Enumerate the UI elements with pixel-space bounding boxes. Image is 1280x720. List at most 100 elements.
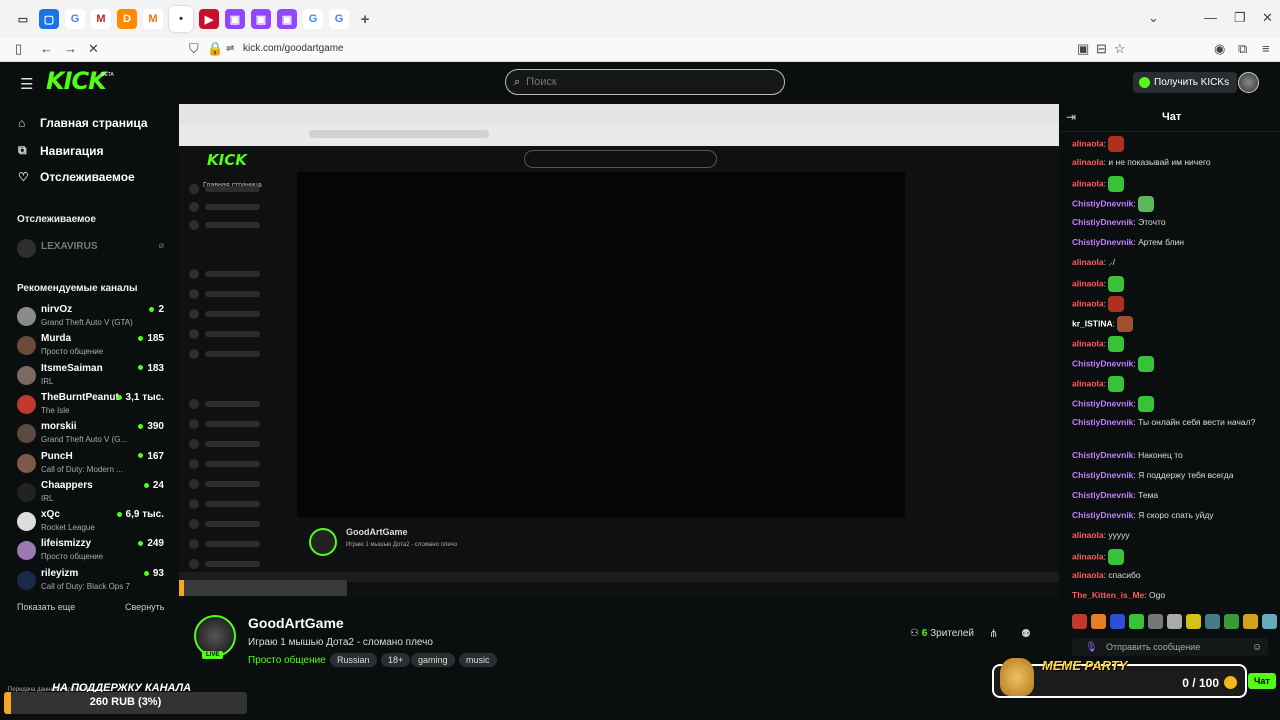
chat-username[interactable]: The_Kitten_is_Me [1072,590,1144,600]
tag[interactable]: music [459,653,497,667]
collapse-button[interactable]: Свернуть [125,602,164,612]
minimize-icon[interactable]: — [1204,10,1217,25]
chat-username[interactable]: kr_ISTINA [1072,318,1113,328]
emote[interactable] [1117,316,1134,332]
emote[interactable] [1167,614,1182,629]
emote[interactable] [1138,356,1155,372]
channel-list-item[interactable]: Chaappers IRL 24 [17,479,167,507]
menu-icon[interactable]: ≡ [1262,41,1270,56]
channel-list-item[interactable]: ItsmeSaiman IRL 183 [17,362,167,390]
emote[interactable] [1108,549,1125,565]
user-avatar[interactable] [1238,72,1259,93]
get-kicks-button[interactable]: Получить KICKs [1133,72,1238,93]
chat-username[interactable]: ChistiyDnevnik [1072,510,1133,520]
chat-username[interactable]: ChistiyDnevnik [1072,470,1133,480]
chat-username[interactable]: alinaola [1072,378,1104,388]
sidebar-item-following[interactable]: ♡ Отслеживаемое [18,170,135,184]
collapse-chat-icon[interactable]: ⇥ [1066,110,1076,124]
emote[interactable] [1091,614,1106,629]
restore-icon[interactable]: ❐ [1234,10,1246,26]
back-icon[interactable]: ← [40,41,53,56]
tab-active[interactable]: • [169,6,193,32]
emote[interactable] [1072,614,1087,629]
tab-gmail-icon[interactable]: M [91,9,111,29]
show-more-button[interactable]: Показать еще [17,602,75,612]
chat-username[interactable]: alinaola [1072,138,1104,148]
shield-icon[interactable]: ⛉ [189,41,199,57]
extensions-icon[interactable]: ⧉ [1238,41,1247,57]
emote[interactable] [1108,136,1125,152]
tag[interactable]: gaming [411,653,455,667]
chat-username[interactable]: alinaola [1072,298,1104,308]
emote[interactable] [1129,614,1144,629]
save-icon[interactable]: ⊟ [1096,41,1107,57]
chat-input[interactable]: Отправить сообщение [1072,638,1268,656]
forward-icon[interactable]: → [64,41,77,56]
channel-list-item[interactable]: TheBurntPeanut The Isle 3,1 тыс. [17,391,167,419]
channel-list-item[interactable]: PuncH Call of Duty: Modern ... 167 [17,450,167,478]
tab-twitch-icon[interactable]: ▣ [277,9,297,29]
channel-name[interactable]: GoodArtGame [248,615,344,631]
chat-username[interactable]: alinaola [1072,551,1104,561]
account-icon[interactable]: ◉ [1214,41,1225,57]
chat-username[interactable]: alinaola [1072,570,1104,580]
channel-list-item[interactable]: lifeismizzy Просто общение 249 [17,537,167,565]
chat-username[interactable]: ChistiyDnevnik [1072,198,1133,208]
chat-username[interactable]: ChistiyDnevnik [1072,358,1133,368]
chat-username[interactable]: alinaola [1072,157,1104,167]
emoji-icon[interactable]: ☺ [1252,642,1262,653]
kick-logo[interactable]: KICK [46,67,107,95]
site-info-icon[interactable]: ⇌ [226,43,234,54]
emote[interactable] [1108,296,1125,312]
chat-username[interactable]: alinaola [1072,530,1104,540]
emote[interactable] [1205,614,1220,629]
emote[interactable] [1262,614,1277,629]
reload-icon[interactable]: ✕ [88,41,99,57]
stream-category[interactable]: Просто общение [248,655,326,666]
emote[interactable] [1108,336,1125,352]
sidebar-item-browse[interactable]: ⧉ Навигация [18,143,104,158]
bookmark-star-icon[interactable]: ☆ [1114,41,1126,57]
search-input[interactable] [526,76,757,88]
tab-list-icon[interactable]: ⌄ [1148,10,1159,26]
sidebar-item-home[interactable]: ⌂ Главная страница [18,116,148,130]
video-player[interactable]: KICK Главная страница GoodArtGame Играю … [179,104,1059,598]
emote[interactable] [1138,396,1155,412]
share-icon[interactable]: ⋔ [989,627,998,640]
tab-google-icon[interactable]: G [329,9,349,29]
emote[interactable] [1138,196,1155,212]
channel-list-item[interactable]: nirvOz Grand Theft Auto V (GTA) 2 [17,303,167,331]
close-icon[interactable]: ✕ [1262,10,1273,26]
tag[interactable]: 18+ [381,653,411,667]
chat-username[interactable]: ChistiyDnevnik [1072,490,1133,500]
tab-twitch-icon[interactable]: ▣ [251,9,271,29]
emote[interactable] [1186,614,1201,629]
microphone-icon[interactable]: 🎙 [1085,642,1098,653]
tab-google-icon[interactable]: G [303,9,323,29]
new-tab-icon[interactable]: + [355,9,375,29]
chat-username[interactable]: alinaola [1072,338,1104,348]
address-bar[interactable]: kick.com/goodartgame [243,43,344,54]
emote[interactable] [1108,376,1125,392]
emote[interactable] [1108,276,1125,292]
menu-icon[interactable]: ☰ [20,75,33,93]
emote[interactable] [1148,614,1163,629]
channel-list-item[interactable]: rileyizm Call of Duty: Black Ops 7 93 [17,567,167,595]
chat-username[interactable]: ChistiyDnevnik [1072,237,1133,247]
tab-youtube-icon[interactable]: ▶ [199,9,219,29]
tab-icon[interactable]: M [143,9,163,29]
chat-username[interactable]: alinaola [1072,278,1104,288]
tab-icon[interactable]: ▢ [39,9,59,29]
followed-channel[interactable]: LEXAVIRUS ⌀ [17,235,167,263]
send-chat-button[interactable]: Чат [1248,673,1276,689]
tab-twitch-icon[interactable]: ▣ [225,9,245,29]
chat-username[interactable]: ChistiyDnevnik [1072,450,1133,460]
emote[interactable] [1243,614,1258,629]
channel-list-item[interactable]: xQc Rocket League 6,9 тыс. [17,508,167,536]
chat-username[interactable]: ChistiyDnevnik [1072,417,1133,427]
chat-username[interactable]: ChistiyDnevnik [1072,217,1133,227]
tag[interactable]: Russian [330,653,377,667]
chat-username[interactable]: alinaola [1072,257,1104,267]
chat-username[interactable]: alinaola [1072,178,1104,188]
tab-icon[interactable]: D [117,9,137,29]
